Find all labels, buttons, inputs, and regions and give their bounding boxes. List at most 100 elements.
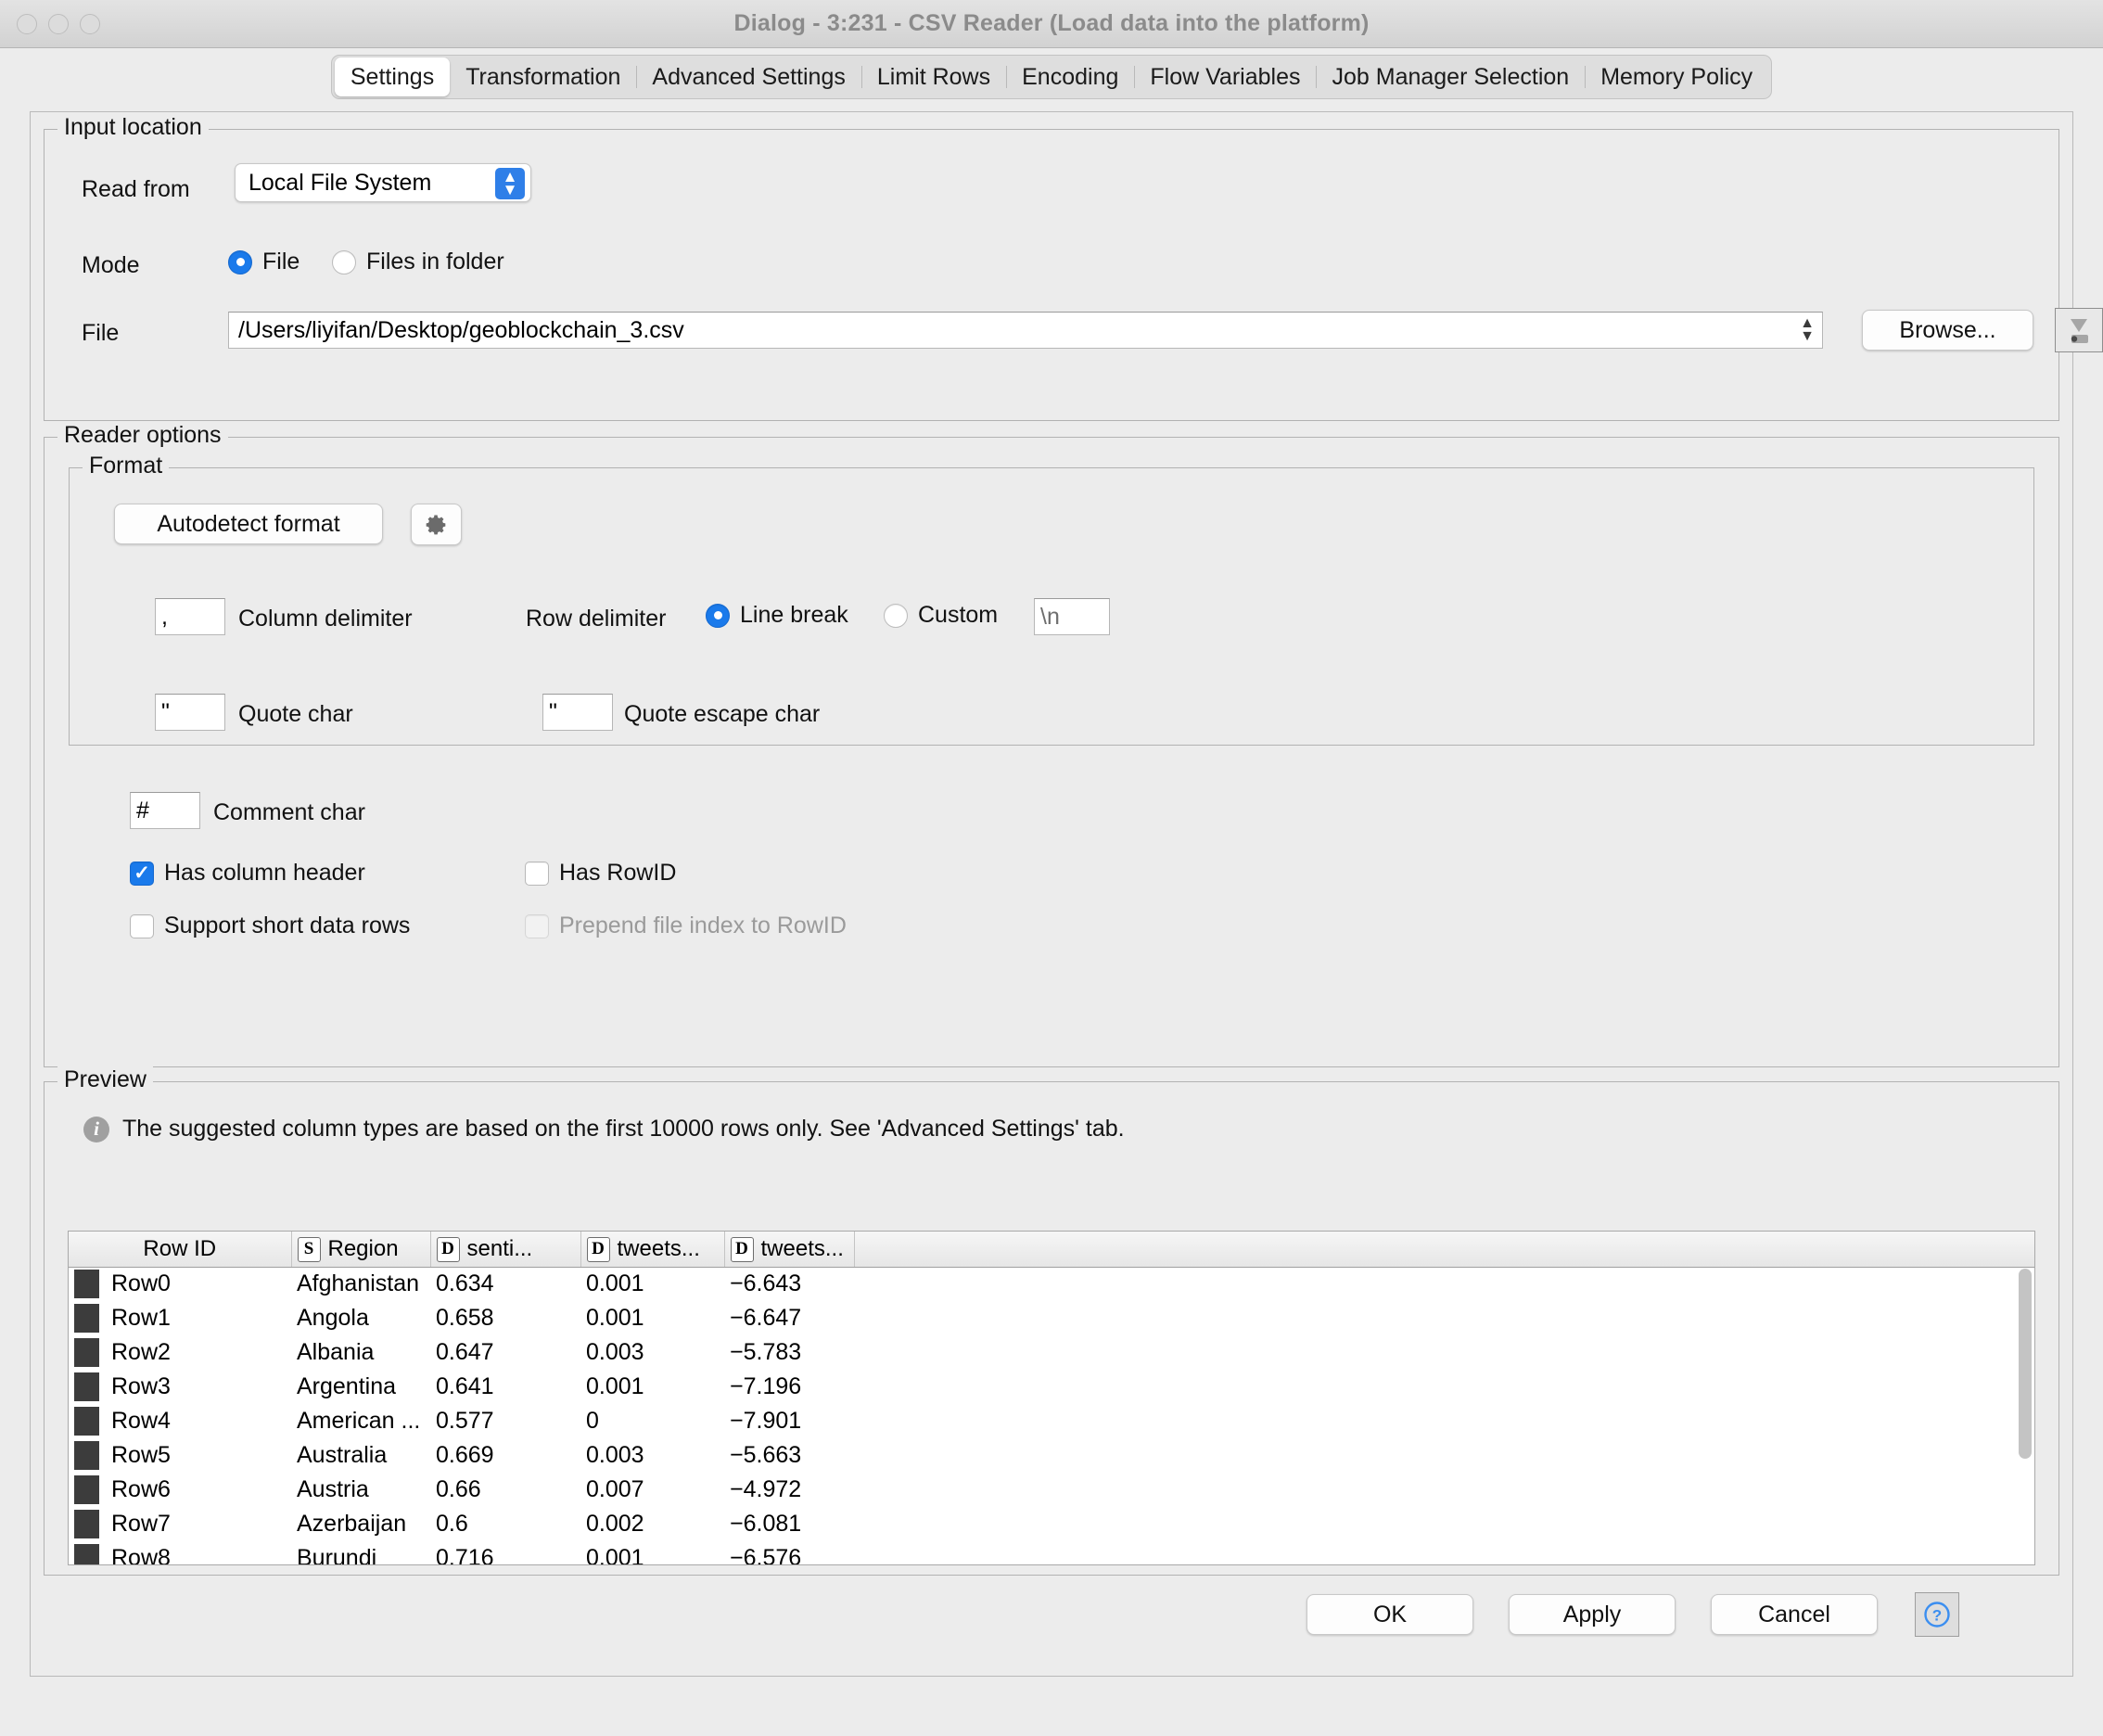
- cell-row-id: Row0: [111, 1270, 171, 1297]
- preview-legend: Preview: [57, 1066, 153, 1093]
- table-row[interactable]: Row5 Australia 0.669 0.003 −5.663: [69, 1438, 2034, 1473]
- window-title: Dialog - 3:231 - CSV Reader (Load data i…: [733, 10, 1370, 36]
- cell-row-id: Row5: [111, 1442, 171, 1468]
- window-controls[interactable]: [17, 13, 100, 34]
- flow-variable-icon: [2071, 319, 2088, 343]
- ok-button[interactable]: OK: [1306, 1594, 1473, 1635]
- table-row[interactable]: Row7 Azerbaijan 0.6 0.002 −6.081: [69, 1507, 2034, 1541]
- reader-options-group: Reader options Format Autodetect format …: [44, 422, 2059, 1067]
- tab-limit-rows[interactable]: Limit Rows: [860, 57, 1006, 96]
- quote-char-input[interactable]: ": [155, 694, 225, 731]
- mode-file-radio[interactable]: File: [228, 249, 300, 275]
- row-delimiter-custom-radio[interactable]: Custom: [884, 602, 998, 629]
- checkbox-support-short-rows-icon: [130, 913, 154, 938]
- has-column-header-label: Has column header: [164, 860, 365, 886]
- tab-encoding[interactable]: Encoding: [1006, 57, 1134, 96]
- tab-settings[interactable]: Settings: [334, 57, 451, 96]
- cell-sentiment: 0.669: [436, 1442, 494, 1468]
- cell-region: Albania: [297, 1339, 375, 1365]
- type-badge-string-icon: S: [297, 1236, 321, 1262]
- row-delimiter-custom-input[interactable]: \n: [1034, 598, 1110, 635]
- prepend-file-index-checkbox: Prepend file index to RowID: [525, 913, 847, 939]
- maximize-window-button[interactable]: [80, 13, 100, 34]
- tab-flow-variables[interactable]: Flow Variables: [1134, 57, 1316, 96]
- help-button[interactable]: ?: [1915, 1592, 1959, 1637]
- type-badge-double-icon: D: [730, 1236, 754, 1262]
- flow-variable-button[interactable]: [2055, 308, 2103, 352]
- table-row[interactable]: Row0 Afghanistan 0.634 0.001 −6.643: [69, 1267, 2034, 1301]
- apply-button[interactable]: Apply: [1509, 1594, 1676, 1635]
- chevron-updown-icon: ▲ ▼: [495, 168, 525, 199]
- file-path-value: /Users/liyifan/Desktop/geoblockchain_3.c…: [238, 316, 684, 343]
- cell-sentiment: 0.634: [436, 1270, 494, 1297]
- cell-filler: [854, 1370, 2034, 1404]
- column-header-sentiment[interactable]: Dsenti...: [430, 1232, 581, 1268]
- tab-job-manager[interactable]: Job Manager Selection: [1316, 57, 1585, 96]
- quote-char-label: Quote char: [238, 701, 353, 727]
- table-row[interactable]: Row3 Argentina 0.641 0.001 −7.196: [69, 1370, 2034, 1404]
- preview-table-container[interactable]: Row ID S Region Dsenti... Dtweets... Dtwe: [68, 1231, 2035, 1565]
- preview-scrollbar-thumb[interactable]: [2019, 1269, 2032, 1459]
- quote-escape-char-input[interactable]: ": [542, 694, 613, 731]
- preview-table: Row ID S Region Dsenti... Dtweets... Dtwe: [69, 1232, 2034, 1565]
- tab-transformation[interactable]: Transformation: [450, 57, 636, 96]
- column-header-region[interactable]: S Region: [291, 1232, 431, 1268]
- close-window-button[interactable]: [17, 13, 37, 34]
- ok-label: OK: [1372, 1601, 1408, 1628]
- column-delimiter-input[interactable]: ,: [155, 598, 225, 635]
- cancel-button[interactable]: Cancel: [1711, 1594, 1878, 1635]
- row-color-swatch: [74, 1407, 99, 1436]
- apply-label: Apply: [1562, 1601, 1622, 1628]
- row-delimiter-custom-value: \n: [1040, 603, 1060, 630]
- support-short-data-rows-label: Support short data rows: [164, 913, 411, 938]
- read-from-label: Read from: [82, 176, 190, 202]
- autodetect-format-button[interactable]: Autodetect format: [114, 504, 383, 544]
- table-row[interactable]: Row6 Austria 0.66 0.007 −4.972: [69, 1473, 2034, 1507]
- has-column-header-checkbox[interactable]: Has column header: [130, 860, 365, 887]
- format-legend: Format: [83, 453, 170, 479]
- column-header-tweets1[interactable]: Dtweets...: [580, 1232, 725, 1268]
- column-header-rowid-label: Row ID: [143, 1235, 217, 1261]
- read-from-select[interactable]: Local File System ▲ ▼: [235, 163, 531, 202]
- row-color-swatch: [74, 1441, 99, 1470]
- has-rowid-label: Has RowID: [559, 860, 677, 886]
- chevron-updown-small-icon[interactable]: ▲ ▼: [1800, 316, 1815, 343]
- cell-sentiment: 0.716: [436, 1545, 494, 1565]
- column-header-tweets2[interactable]: Dtweets...: [724, 1232, 855, 1268]
- row-color-swatch-cell: [69, 1473, 106, 1507]
- has-rowid-checkbox[interactable]: Has RowID: [525, 860, 676, 887]
- format-settings-button[interactable]: [411, 504, 462, 545]
- table-row[interactable]: Row2 Albania 0.647 0.003 −5.783: [69, 1335, 2034, 1370]
- browse-button[interactable]: Browse...: [1862, 310, 2033, 351]
- cell-filler: [854, 1541, 2034, 1564]
- cell-row-id: Row3: [111, 1373, 171, 1399]
- comment-char-input[interactable]: #: [130, 792, 200, 829]
- table-row[interactable]: Row8 Burundi 0.716 0.001 −6.576: [69, 1541, 2034, 1565]
- table-row[interactable]: Row4 American ... 0.577 0 −7.901: [69, 1404, 2034, 1438]
- cell-tweets-2: −6.647: [730, 1305, 802, 1331]
- table-row[interactable]: Row1 Angola 0.658 0.001 −6.647: [69, 1301, 2034, 1335]
- tab-memory-policy[interactable]: Memory Policy: [1585, 57, 1768, 96]
- cell-sentiment: 0.6: [436, 1511, 468, 1537]
- input-location-legend: Input location: [57, 114, 209, 141]
- tab-advanced-settings[interactable]: Advanced Settings: [636, 57, 860, 96]
- support-short-data-rows-checkbox[interactable]: Support short data rows: [130, 913, 410, 939]
- column-header-rowid[interactable]: Row ID: [69, 1232, 292, 1268]
- cell-tweets-1: 0: [586, 1408, 599, 1434]
- cell-sentiment: 0.66: [436, 1476, 481, 1502]
- radio-file-icon: [228, 249, 252, 274]
- row-color-swatch-cell: [69, 1438, 106, 1473]
- minimize-window-button[interactable]: [48, 13, 69, 34]
- row-color-swatch: [74, 1338, 99, 1367]
- file-path-input[interactable]: /Users/liyifan/Desktop/geoblockchain_3.c…: [228, 312, 1823, 349]
- preview-scrollbar[interactable]: [2019, 1269, 2032, 1562]
- row-color-swatch: [74, 1475, 99, 1504]
- mode-files-in-folder-radio[interactable]: Files in folder: [332, 249, 504, 275]
- row-color-swatch: [74, 1544, 99, 1564]
- radio-files-in-folder-icon: [332, 249, 356, 274]
- cell-filler: [854, 1267, 2034, 1301]
- help-icon: ?: [1924, 1602, 1950, 1628]
- row-delimiter-linebreak-radio[interactable]: Line break: [706, 602, 848, 629]
- row-color-swatch: [74, 1372, 99, 1401]
- quote-escape-char-value: ": [549, 699, 557, 725]
